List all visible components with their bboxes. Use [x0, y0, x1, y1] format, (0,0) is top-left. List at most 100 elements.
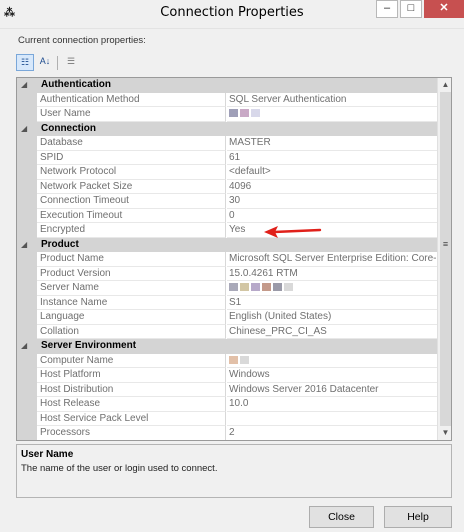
row-gutter [17, 368, 37, 383]
property-name: Host Distribution [37, 382, 226, 397]
property-name: Language [37, 310, 226, 325]
maximize-button[interactable]: □ [400, 0, 422, 18]
row-gutter [17, 281, 37, 296]
property-row[interactable]: Database MASTER [17, 136, 437, 151]
close-window-button[interactable]: ✕ [424, 0, 464, 18]
row-gutter [17, 208, 37, 223]
property-value: Yes [227, 223, 437, 238]
property-value: 30 [227, 194, 437, 209]
property-value: <default> [227, 165, 437, 180]
property-row[interactable]: User Name [17, 107, 437, 122]
property-name: Encrypted [37, 223, 226, 238]
alphabetical-sort-icon[interactable]: A↓ [36, 54, 54, 71]
property-name: Host Release [37, 397, 226, 412]
property-name: SPID [37, 150, 226, 165]
property-row[interactable]: Product Name Microsoft SQL Server Enterpr… [17, 252, 437, 267]
collapse-icon[interactable]: ◢ [21, 78, 33, 93]
property-row[interactable]: Host Service Pack Level [17, 411, 437, 426]
property-row[interactable]: Authentication Method SQL Server Authenti… [17, 92, 437, 107]
description-panel: User Name The name of the user or login … [16, 444, 452, 498]
category-label: Authentication [41, 79, 111, 90]
properties-heading: Current connection properties: [18, 35, 146, 46]
scroll-down-icon[interactable]: ▼ [438, 426, 451, 440]
minimize-button[interactable]: – [376, 0, 398, 18]
property-value: Microsoft SQL Server Enterprise Edition:… [227, 252, 437, 267]
property-row[interactable]: Computer Name [17, 353, 437, 368]
property-row[interactable]: Product Version 15.0.4261 RTM [17, 266, 437, 281]
property-pages-icon[interactable]: ☰ [62, 54, 80, 71]
property-value: 0 [227, 209, 437, 223]
property-value: 15.0.4261 RTM [227, 267, 437, 281]
row-gutter [17, 426, 37, 440]
arrow-shaft [272, 228, 322, 234]
property-name: Host Platform [37, 368, 226, 383]
categorized-view-icon[interactable]: ☷ [16, 54, 34, 71]
property-row[interactable]: Encrypted Yes [17, 223, 437, 238]
property-row[interactable]: Host Release 10.0 [17, 397, 437, 412]
vertical-scrollbar[interactable]: ▲ ≡ ▼ [437, 78, 451, 440]
category-row[interactable]: ◢ Product [17, 237, 437, 253]
property-name: Computer Name [37, 353, 226, 368]
row-gutter [17, 382, 37, 397]
property-row[interactable]: Host Distribution Windows Server 2016 Dat… [17, 382, 437, 397]
property-grid: ◢ Authentication Authentication Method SQL … [16, 77, 452, 441]
red-arrow-annotation [264, 226, 322, 238]
property-row[interactable]: Language English (United States) [17, 310, 437, 325]
property-name: Authentication Method [37, 92, 226, 107]
redacted-block [240, 109, 249, 118]
property-row[interactable]: Network Protocol <default> [17, 165, 437, 180]
property-row[interactable]: SPID 61 [17, 150, 437, 165]
property-row[interactable]: Connection Timeout 30 [17, 194, 437, 209]
property-value [227, 354, 437, 368]
property-row[interactable]: Network Packet Size 4096 [17, 179, 437, 194]
property-row[interactable]: Host Platform Windows [17, 368, 437, 383]
category-label: Connection [41, 122, 96, 134]
property-name: User Name [37, 107, 226, 122]
property-name: Connection Timeout [37, 194, 226, 209]
redacted-block [229, 355, 238, 364]
property-name: Network Packet Size [37, 179, 226, 194]
category-row[interactable]: ◢ Authentication [17, 78, 437, 93]
row-gutter [17, 179, 37, 194]
collapse-icon[interactable]: ◢ [21, 238, 33, 253]
category-row[interactable]: ◢ Server Environment [17, 339, 437, 354]
property-value: Chinese_PRC_CI_AS [227, 325, 437, 339]
property-name: Product Version [37, 266, 226, 281]
property-value: S1 [227, 296, 437, 310]
row-gutter [17, 324, 37, 339]
collapse-icon[interactable]: ◢ [21, 122, 33, 137]
redacted-block [251, 283, 260, 292]
row-gutter [17, 165, 37, 180]
redacted-block [240, 355, 249, 364]
row-gutter [17, 266, 37, 281]
property-value: SQL Server Authentication [227, 93, 437, 107]
redacted-block [284, 283, 293, 292]
property-name: Product Name [37, 252, 226, 267]
row-gutter [17, 252, 37, 267]
row-gutter [17, 194, 37, 209]
property-row[interactable]: Server Name [17, 281, 437, 296]
help-button[interactable]: Help [384, 506, 452, 528]
row-gutter [17, 107, 37, 122]
property-value [227, 107, 437, 122]
property-row[interactable]: Execution Timeout 0 [17, 208, 437, 223]
close-button[interactable]: Close [309, 506, 374, 528]
redacted-block [229, 109, 238, 118]
property-name: Database [37, 136, 226, 151]
toolbar-separator [57, 56, 58, 70]
row-gutter [17, 411, 37, 426]
redacted-block [262, 283, 271, 292]
property-value: Windows [227, 368, 437, 383]
description-text: The name of the user or login used to co… [21, 463, 218, 474]
property-row[interactable]: Instance Name S1 [17, 295, 437, 310]
category-row[interactable]: ◢ Connection [17, 121, 437, 137]
category-label: Product [41, 238, 79, 250]
property-row[interactable]: Collation Chinese_PRC_CI_AS [17, 324, 437, 339]
scroll-up-icon[interactable]: ▲ [438, 78, 451, 92]
property-value: Windows Server 2016 Datacenter [227, 383, 437, 397]
scroll-thumb[interactable] [440, 92, 451, 426]
property-row[interactable]: Processors 2 [17, 426, 437, 440]
description-title: User Name [21, 449, 74, 460]
row-gutter [17, 397, 37, 412]
collapse-icon[interactable]: ◢ [21, 339, 33, 354]
